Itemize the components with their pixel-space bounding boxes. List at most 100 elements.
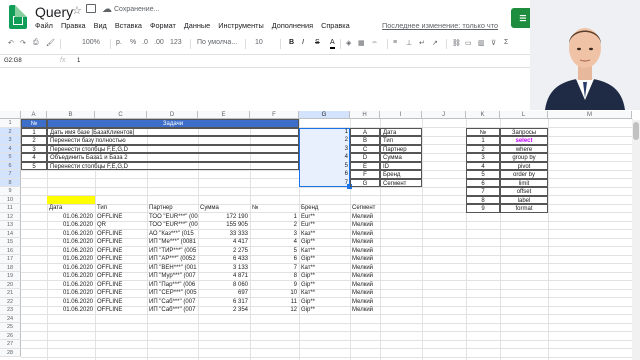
- column-header[interactable]: C: [95, 111, 147, 119]
- filter-icon[interactable]: ⊽: [491, 39, 496, 47]
- row-header[interactable]: 17: [0, 255, 21, 264]
- scrollbar-thumb[interactable]: [633, 122, 639, 140]
- select-all-corner[interactable]: [0, 111, 21, 119]
- more-formats-button[interactable]: 123: [170, 39, 182, 46]
- formula-input[interactable]: 1: [77, 58, 80, 64]
- column-header[interactable]: H: [350, 111, 380, 119]
- column-header[interactable]: M: [548, 111, 632, 119]
- row-header[interactable]: 2: [0, 127, 21, 136]
- row-header[interactable]: 12: [0, 212, 21, 221]
- text-rotate-icon[interactable]: ↗: [432, 39, 438, 47]
- text-wrap-icon[interactable]: ↵: [419, 39, 425, 47]
- increase-decimal-button[interactable]: .00: [154, 39, 164, 46]
- row-header[interactable]: 23: [0, 306, 21, 315]
- star-icon[interactable]: ☆: [72, 4, 82, 17]
- row-header[interactable]: 20: [0, 280, 21, 289]
- data-cell: 3 133: [232, 264, 248, 271]
- column-header[interactable]: J: [422, 111, 466, 119]
- menu-edit[interactable]: Правка: [61, 21, 86, 33]
- function-icon[interactable]: Σ: [504, 39, 508, 46]
- borders-icon[interactable]: ▦: [358, 39, 365, 47]
- name-box[interactable]: G2:G8: [4, 58, 22, 64]
- row-header[interactable]: 15: [0, 238, 21, 247]
- map-letter: E: [350, 161, 380, 170]
- row-header[interactable]: 19: [0, 272, 21, 281]
- italic-button[interactable]: I: [302, 39, 304, 46]
- align-left-icon[interactable]: ≡: [393, 39, 397, 46]
- menu-data[interactable]: Данные: [184, 21, 210, 33]
- comment-icon[interactable]: ▭: [465, 39, 472, 47]
- paint-format-icon[interactable]: 🖌: [46, 39, 55, 47]
- move-to-folder-icon[interactable]: [86, 4, 96, 13]
- row-header[interactable]: 6: [0, 161, 21, 170]
- column-header[interactable]: B: [47, 111, 95, 119]
- undo-icon[interactable]: ↶: [8, 39, 14, 47]
- row-header[interactable]: 18: [0, 263, 21, 272]
- row-header[interactable]: 5: [0, 153, 21, 162]
- font-select[interactable]: По умолча...: [197, 39, 237, 46]
- yellow-highlight-cell[interactable]: [47, 195, 95, 204]
- data-cell: 2 354: [232, 307, 248, 313]
- row-header[interactable]: 11: [0, 204, 21, 213]
- zoom-select[interactable]: 100%: [82, 39, 100, 46]
- row-header[interactable]: 26: [0, 331, 21, 340]
- redo-icon[interactable]: ↷: [20, 39, 26, 47]
- sheets-logo-icon[interactable]: [9, 5, 27, 29]
- strikethrough-button[interactable]: S: [315, 39, 320, 46]
- row-header[interactable]: 1: [0, 119, 21, 128]
- chart-icon[interactable]: ▥: [478, 39, 485, 47]
- menu-format[interactable]: Формат: [150, 21, 176, 33]
- menu-help[interactable]: Справка: [321, 21, 350, 33]
- document-title[interactable]: Query: [35, 4, 73, 20]
- column-header[interactable]: F: [250, 111, 299, 119]
- column-header[interactable]: L: [500, 111, 548, 119]
- column-header[interactable]: K: [466, 111, 500, 119]
- data-cell: 33 333: [229, 230, 248, 237]
- font-size-select[interactable]: 10: [255, 39, 263, 46]
- column-header[interactable]: I: [380, 111, 422, 119]
- row-header[interactable]: 8: [0, 178, 21, 187]
- row-header[interactable]: 14: [0, 229, 21, 238]
- text-color-button[interactable]: A: [330, 39, 335, 49]
- last-edit-link[interactable]: Последнее изменение: только что: [382, 21, 498, 30]
- link-icon[interactable]: ⛓: [452, 39, 461, 47]
- row-header[interactable]: 10: [0, 195, 21, 204]
- menu-tools[interactable]: Инструменты: [218, 21, 264, 33]
- column-header[interactable]: D: [147, 111, 198, 119]
- query-keyword: group by: [500, 153, 548, 162]
- row-header[interactable]: 7: [0, 170, 21, 179]
- row-header[interactable]: 25: [0, 323, 21, 332]
- map-field: Тип: [380, 136, 422, 145]
- data-cell: OFFLINE: [97, 247, 123, 254]
- row-header[interactable]: 13: [0, 221, 21, 230]
- data-cell: OFFLINE: [97, 230, 123, 237]
- row-header[interactable]: 21: [0, 289, 21, 298]
- column-header[interactable]: A: [21, 111, 47, 119]
- data-cell: 3: [293, 230, 297, 237]
- data-cell: 6 317: [232, 298, 248, 305]
- menu-view[interactable]: Вид: [94, 21, 107, 33]
- row-header[interactable]: 28: [0, 348, 21, 357]
- bold-button[interactable]: B: [289, 39, 294, 46]
- percent-format-button[interactable]: %: [130, 39, 136, 46]
- row-header[interactable]: 24: [0, 314, 21, 323]
- currency-format-button[interactable]: р.: [116, 39, 122, 46]
- fill-color-icon[interactable]: ◈: [346, 39, 351, 47]
- column-header[interactable]: E: [198, 111, 250, 119]
- vertical-scrollbar[interactable]: [632, 120, 640, 360]
- menu-insert[interactable]: Вставка: [115, 21, 142, 33]
- column-header[interactable]: G: [299, 111, 350, 119]
- row-header[interactable]: 4: [0, 144, 21, 153]
- vertical-align-icon[interactable]: ⊥: [406, 39, 412, 47]
- merge-cells-icon[interactable]: ⇔: [371, 39, 378, 46]
- row-header[interactable]: 9: [0, 187, 21, 196]
- row-header[interactable]: 22: [0, 297, 21, 306]
- menu-addons[interactable]: Дополнения: [272, 21, 313, 33]
- row-header[interactable]: 3: [0, 136, 21, 145]
- spreadsheet-grid[interactable]: A B C D E F G H I J K L M 1 2 3 4 5 6 7 8 9 10 11 12 13 14 15 16 17 18…: [0, 111, 640, 360]
- decrease-decimal-button[interactable]: .0: [142, 39, 148, 46]
- row-header[interactable]: 16: [0, 246, 21, 255]
- menu-file[interactable]: Файл: [35, 21, 53, 33]
- print-icon[interactable]: ⎙: [33, 39, 39, 47]
- row-header[interactable]: 27: [0, 340, 21, 349]
